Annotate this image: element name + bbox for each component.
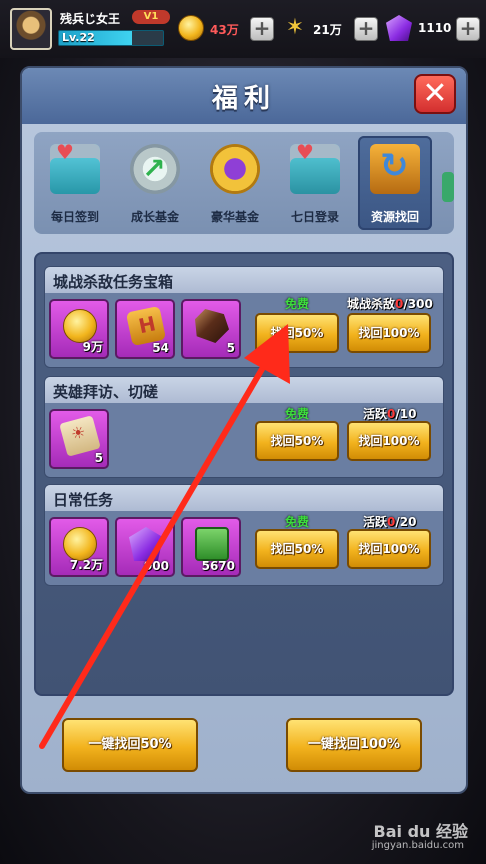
progress-total: /10 (395, 407, 417, 421)
task-progress: 活跃0/20 (363, 513, 416, 530)
task-row: 城战杀敌任务宝箱 9万 54 5 免费 城战杀敌0/300 找回50% 找回 (44, 266, 444, 368)
progress-total: /20 (395, 515, 417, 529)
tab-bar: 每日签到 成长基金 豪华基金 七日登录 资源找回 (34, 132, 454, 234)
item-count: 9万 (82, 340, 103, 354)
add-gems-button[interactable]: + (456, 17, 480, 41)
task-header: 英雄拜访、切磋 (45, 377, 443, 403)
vip-level: 1 (151, 11, 159, 22)
welfare-panel: 福利 ✕ 每日签到 成长基金 豪华基金 七日登录 资源找回 (20, 66, 468, 794)
recover-100-button[interactable]: 找回100% (347, 313, 431, 353)
wheat-icon: ✶ (285, 15, 305, 40)
next-tab-peek[interactable] (442, 172, 454, 202)
reward-item[interactable]: 5 (49, 409, 109, 469)
bulk-recover-50-button[interactable]: 一键找回50% (62, 718, 198, 772)
growth-coin-icon (130, 144, 180, 194)
tab-seven-day-login[interactable]: 七日登录 (278, 136, 352, 230)
resource-recover-icon (370, 144, 420, 194)
reward-item[interactable]: 9万 (49, 299, 109, 359)
login-calendar-icon (290, 140, 340, 194)
top-status-bar: 残兵じ女王 V1 Lv.22 43万 + ✶ 21万 + 1110 + (0, 0, 486, 58)
progress-label: 活跃 (363, 515, 388, 529)
tab-label: 豪华基金 (210, 210, 259, 224)
recover-task-list[interactable]: 城战杀敌任务宝箱 9万 54 5 免费 城战杀敌0/300 找回50% 找回 (34, 252, 454, 696)
recover-100-button[interactable]: 找回100% (347, 529, 431, 569)
item-count: 5670 (201, 559, 235, 573)
gem-amount: 1110 (418, 21, 452, 35)
recover-50-button[interactable]: 找回50% (255, 313, 339, 353)
player-avatar[interactable] (10, 8, 52, 50)
free-label: 免费 (285, 515, 310, 529)
item-count: 7.2万 (69, 558, 103, 572)
task-header: 城战杀敌任务宝箱 (45, 267, 443, 293)
free-label: 免费 (285, 297, 310, 311)
reward-item[interactable]: 5670 (181, 517, 241, 577)
baidu-watermark: Bai du 经验 (373, 822, 468, 841)
bulk-recover-100-button[interactable]: 一键找回100% (286, 718, 422, 772)
player-name: 残兵じ女王 (60, 12, 121, 26)
gem-icon (129, 527, 163, 561)
tab-growth-fund[interactable]: 成长基金 (118, 136, 192, 230)
calendar-gift-icon (50, 140, 100, 194)
reward-item[interactable]: 7.2万 (49, 517, 109, 577)
task-title: 城战杀敌任务宝箱 (53, 273, 174, 291)
add-food-button[interactable]: + (354, 17, 378, 41)
vip-badge[interactable]: V1 (132, 10, 170, 24)
tab-luxury-fund[interactable]: 豪华基金 (198, 136, 272, 230)
recover-50-button[interactable]: 找回50% (255, 529, 339, 569)
task-row: 日常任务 7.2万 900 5670 免费 活跃0/20 找回50% 找回100… (44, 484, 444, 586)
book-icon (195, 527, 229, 561)
task-progress: 活跃0/10 (363, 405, 416, 422)
task-row: 英雄拜访、切磋 5 免费 活跃0/10 找回50% 找回100% (44, 376, 444, 478)
ore-icon (195, 309, 229, 343)
reward-item[interactable]: 54 (115, 299, 175, 359)
add-coins-button[interactable]: + (250, 17, 274, 41)
watermark-url: jingyan.baidu.com (371, 840, 464, 851)
item-count: 5 (226, 341, 235, 355)
task-title: 日常任务 (53, 491, 114, 509)
tab-daily-checkin[interactable]: 每日签到 (38, 136, 112, 230)
item-count: 5 (94, 451, 103, 465)
progress-label: 活跃 (363, 407, 388, 421)
progress-total: /300 (403, 297, 433, 311)
player-level: Lv.22 (62, 31, 95, 44)
tab-label: 资源找回 (370, 210, 419, 224)
luxury-coin-icon (210, 144, 260, 194)
recover-100-button[interactable]: 找回100% (347, 421, 431, 461)
task-header: 日常任务 (45, 485, 443, 511)
tab-resource-recover[interactable]: 资源找回 (358, 136, 432, 230)
task-progress: 城战杀敌0/300 (347, 295, 433, 312)
tab-label: 成长基金 (130, 210, 179, 224)
tab-label: 每日签到 (50, 210, 99, 224)
reward-item[interactable]: 5 (181, 299, 241, 359)
item-count: 900 (143, 559, 169, 573)
free-label: 免费 (285, 407, 310, 421)
reward-item[interactable]: 900 (115, 517, 175, 577)
panel-title: 福利 (211, 84, 276, 114)
food-amount: 21万 (313, 23, 342, 37)
task-title: 英雄拜访、切磋 (53, 383, 159, 401)
tab-label: 七日登录 (290, 210, 339, 224)
coin-icon (178, 15, 204, 41)
item-count: 54 (152, 341, 169, 355)
close-icon: ✕ (422, 76, 448, 111)
close-button[interactable]: ✕ (414, 74, 456, 114)
progress-label: 城战杀敌 (347, 297, 396, 311)
gem-icon (386, 15, 412, 41)
panel-titlebar: 福利 ✕ (22, 68, 466, 124)
recover-50-button[interactable]: 找回50% (255, 421, 339, 461)
coin-amount: 43万 (210, 23, 239, 37)
